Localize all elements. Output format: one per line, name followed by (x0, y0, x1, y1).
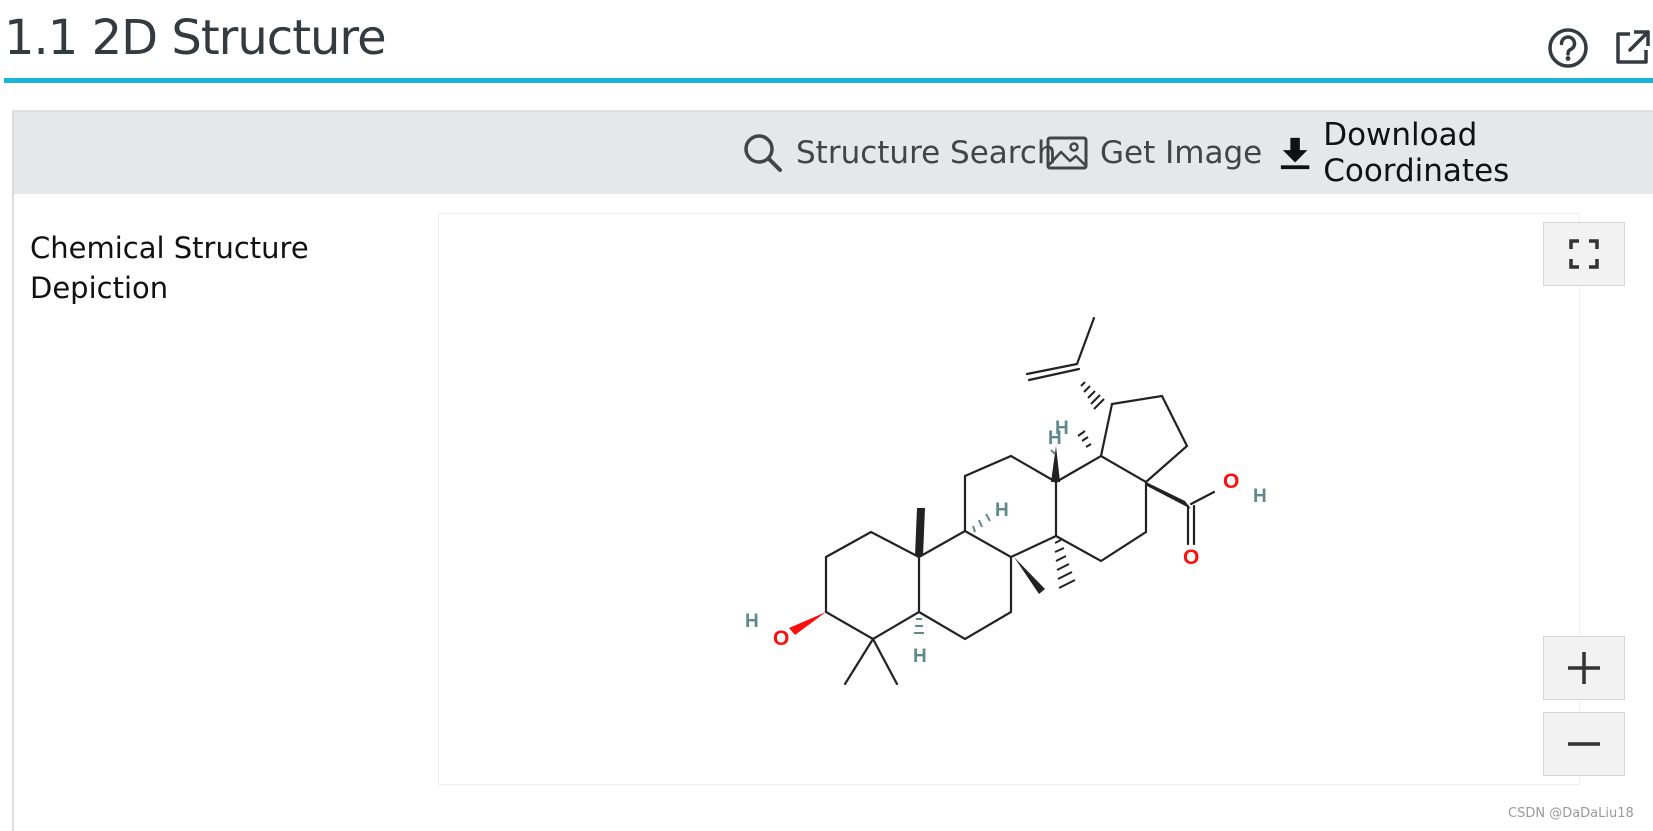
structure-search-label: Structure Search (796, 135, 1057, 171)
get-image-button[interactable]: Get Image (1046, 130, 1262, 176)
chemical-structure-depiction-label: Chemical Structure Depiction (30, 231, 309, 305)
chemical-structure-drawing: O H H H H H O O H (745, 316, 1267, 686)
download-icon (1280, 137, 1310, 170)
zoom-out-button[interactable] (1543, 712, 1625, 776)
oxygen-label-hydroxyl: O (773, 627, 789, 650)
hydrogen-label-hydroxyl: H (745, 611, 759, 632)
header-rule (4, 78, 1653, 83)
hydrogen-label-c9: H (995, 500, 1009, 521)
open-in-new-window-icon[interactable] (1610, 26, 1653, 70)
image-icon (1046, 136, 1088, 170)
structure-search-button[interactable]: Structure Search (742, 130, 1057, 176)
fullscreen-icon (1569, 239, 1599, 269)
hydrogen-label-c5: H (913, 646, 927, 667)
zoom-in-button[interactable] (1543, 636, 1625, 700)
watermark: CSDN @DaDaLiu18 (1508, 806, 1634, 821)
structure-panel: Structure Search Get Image Download Coor… (12, 110, 1653, 831)
fullscreen-button[interactable] (1543, 222, 1625, 286)
plus-icon (1568, 652, 1600, 684)
get-image-label: Get Image (1100, 135, 1263, 171)
search-icon (744, 134, 782, 172)
section-title: 1.1 2D Structure (4, 10, 387, 66)
download-coordinates-button[interactable]: Download Coordinates (1279, 117, 1653, 189)
minus-icon (1568, 742, 1600, 746)
section-header: 1.1 2D Structure (0, 0, 1653, 86)
help-icon[interactable] (1546, 26, 1590, 70)
hydrogen-label-acid: H (1253, 486, 1267, 507)
hydrogen-label-c18: H (1055, 418, 1069, 439)
download-coordinates-label: Download Coordinates (1323, 117, 1510, 189)
structure-viewer[interactable]: O H H H H H O O H (438, 213, 1625, 785)
oxygen-label-acid: O (1223, 470, 1239, 493)
oxygen-label-carbonyl: O (1183, 546, 1199, 569)
structure-toolbar: Structure Search Get Image Download Coor… (14, 112, 1653, 194)
